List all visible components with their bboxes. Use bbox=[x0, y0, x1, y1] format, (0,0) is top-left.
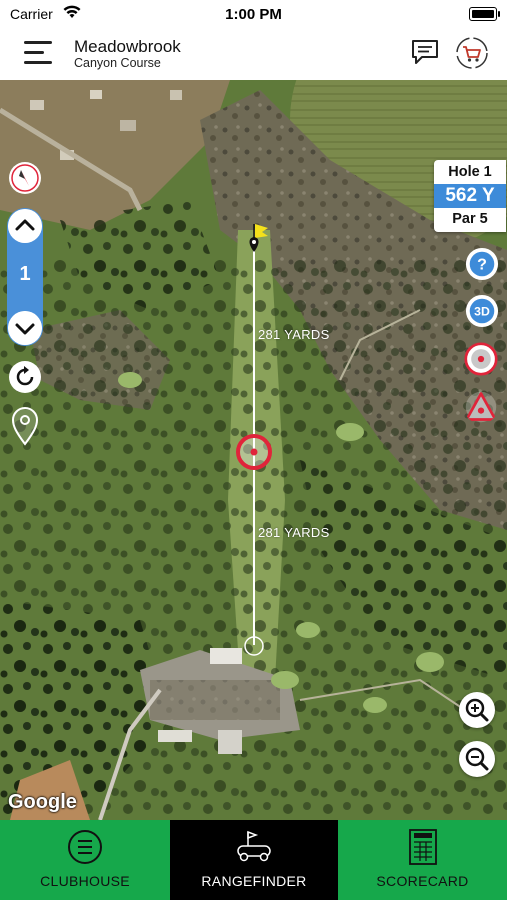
hole-yardage: 562 Y bbox=[434, 184, 506, 208]
hamburger-menu-icon[interactable] bbox=[24, 39, 54, 65]
tab-scorecard-label: SCORECARD bbox=[376, 873, 469, 889]
help-icon[interactable]: ? bbox=[465, 247, 499, 281]
scorecard-icon bbox=[408, 829, 437, 865]
refresh-icon[interactable] bbox=[8, 360, 42, 394]
hole-label: Hole 1 bbox=[448, 164, 492, 180]
target-icon[interactable] bbox=[464, 342, 498, 376]
tab-clubhouse[interactable]: CLUBHOUSE bbox=[0, 820, 170, 900]
distance-label-bottom: 281 YARDS bbox=[258, 525, 330, 540]
google-attribution: Google bbox=[8, 791, 77, 813]
current-hole-number: 1 bbox=[19, 263, 31, 285]
zoom-out-icon[interactable] bbox=[459, 741, 495, 777]
course-title: Meadowbrook bbox=[74, 37, 181, 56]
hole-info-card: Hole 1 562 Y Par 5 bbox=[434, 160, 506, 232]
tab-clubhouse-label: CLUBHOUSE bbox=[40, 873, 130, 889]
satellite-map[interactable]: 281 YARDS 281 YARDS Google bbox=[0, 80, 507, 820]
status-bar: Carrier 1:00 PM bbox=[0, 0, 507, 28]
golf-cart-flag-icon bbox=[237, 830, 271, 862]
course-subtitle: Canyon Course bbox=[74, 56, 161, 70]
chat-bubble-icon[interactable] bbox=[410, 38, 440, 66]
bottom-tab-bar: CLUBHOUSE RANGEFINDER SCORECARD bbox=[0, 820, 507, 900]
distance-label-top: 281 YARDS bbox=[258, 327, 330, 342]
tab-rangefinder[interactable]: RANGEFINDER bbox=[170, 820, 338, 900]
3d-view-icon[interactable]: 3D bbox=[465, 294, 499, 328]
chevron-up-icon[interactable] bbox=[8, 209, 42, 243]
svg-text:3D: 3D bbox=[474, 305, 490, 319]
compass-icon[interactable] bbox=[8, 161, 42, 195]
app-header: Meadowbrook Canyon Course bbox=[0, 28, 507, 81]
clock: 1:00 PM bbox=[225, 6, 282, 23]
tab-rangefinder-label: RANGEFINDER bbox=[201, 873, 307, 889]
zoom-in-icon[interactable] bbox=[459, 692, 495, 728]
location-pin-icon[interactable] bbox=[10, 406, 40, 446]
chevron-down-icon[interactable] bbox=[8, 311, 42, 345]
target-marker bbox=[236, 434, 272, 470]
tab-scorecard[interactable]: SCORECARD bbox=[338, 820, 507, 900]
shopping-cart-icon[interactable] bbox=[455, 36, 489, 70]
svg-text:?: ? bbox=[477, 256, 487, 274]
battery-icon bbox=[469, 7, 500, 21]
hazard-icon[interactable] bbox=[464, 390, 498, 424]
hole-par: Par 5 bbox=[452, 211, 488, 227]
clubhouse-menu-icon bbox=[68, 830, 102, 864]
hole-navigator: 1 bbox=[7, 208, 43, 346]
